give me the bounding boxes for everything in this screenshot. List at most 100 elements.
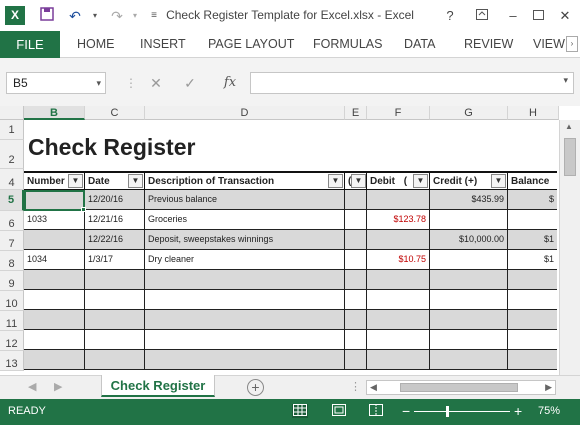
sheet-nav-next-icon[interactable]: ▶ xyxy=(54,380,62,393)
cell-balance[interactable]: $1 xyxy=(508,230,557,249)
column-header-g[interactable]: G xyxy=(430,106,508,120)
row-header-2[interactable]: 2 xyxy=(0,140,24,169)
tab-review[interactable]: REVIEW xyxy=(464,31,513,58)
table-row xyxy=(24,270,557,290)
confirm-entry-icon[interactable]: ✓ xyxy=(180,72,200,94)
minimize-icon[interactable]: – xyxy=(503,6,523,26)
tab-file[interactable]: FILE xyxy=(0,31,60,58)
row-header-7[interactable]: 7 xyxy=(0,231,24,251)
ribbon-tabs: FILE HOME INSERT PAGE LAYOUT FORMULAS DA… xyxy=(0,31,580,58)
name-box-dropdown-icon[interactable]: ▾ xyxy=(96,73,101,93)
row-header-10[interactable]: 10 xyxy=(0,291,24,311)
ribbon-display-icon[interactable] xyxy=(472,6,492,26)
undo-icon[interactable]: ↶ xyxy=(66,7,84,25)
zoom-slider[interactable] xyxy=(414,411,510,412)
filter-debit-dropdown-icon[interactable]: ▼ xyxy=(413,174,428,188)
name-box[interactable]: B5 ▾ xyxy=(6,72,106,94)
scroll-right-icon[interactable]: ▶ xyxy=(545,381,552,394)
tab-insert[interactable]: INSERT xyxy=(140,31,186,58)
tab-page-layout[interactable]: PAGE LAYOUT xyxy=(208,31,294,58)
column-header-d[interactable]: D xyxy=(145,106,345,120)
zoom-level[interactable]: 75% xyxy=(538,405,560,417)
column-header-h[interactable]: H xyxy=(508,106,559,120)
close-icon[interactable]: ✕ xyxy=(555,6,575,26)
cell-number[interactable]: 1034 xyxy=(24,250,84,269)
active-cell-outline[interactable] xyxy=(24,190,85,211)
ribbon-scroll-right-icon[interactable]: › xyxy=(566,36,578,52)
worksheet-grid[interactable]: B C D E F G H 1 2 4 5 6 7 8 9 10 11 12 1… xyxy=(0,106,580,375)
horizontal-scrollbar[interactable]: ◀ ▶ xyxy=(366,380,556,395)
row-header-5[interactable]: 5 xyxy=(0,190,24,211)
help-icon[interactable]: ? xyxy=(440,6,460,26)
cell-description[interactable]: Groceries xyxy=(145,210,344,229)
zoom-out-icon[interactable]: − xyxy=(402,403,410,419)
normal-view-icon[interactable] xyxy=(292,404,308,418)
cell-number[interactable]: 1033 xyxy=(24,210,84,229)
row-header-1[interactable]: 1 xyxy=(0,120,24,140)
sheet-tabs-bar: ◀ ▶ Check Register + ⋮ ◀ ▶ xyxy=(0,375,580,399)
insert-function-button[interactable]: fx xyxy=(216,72,244,94)
formula-bar: B5 ▾ ⋮ ✕ ✓ fx ▾ xyxy=(0,58,580,106)
cell-description[interactable]: Previous balance xyxy=(145,190,344,209)
zoom-slider-thumb[interactable] xyxy=(446,406,449,417)
cell-debit[interactable]: $123.78 xyxy=(367,210,429,229)
column-header-c[interactable]: C xyxy=(85,106,145,120)
row-header-12[interactable]: 12 xyxy=(0,331,24,351)
row-header-13[interactable]: 13 xyxy=(0,351,24,371)
scroll-up-icon[interactable]: ▲ xyxy=(565,122,573,131)
scroll-left-icon[interactable]: ◀ xyxy=(370,381,377,394)
cell-credit[interactable]: $435.99 xyxy=(430,190,507,209)
select-all-corner[interactable] xyxy=(0,106,24,120)
cell-debit[interactable]: $10.75 xyxy=(367,250,429,269)
horizontal-scroll-thumb[interactable] xyxy=(400,383,518,392)
table-header-row: Number ▼ Date ▼ Description of Transacti… xyxy=(24,171,557,190)
vertical-scroll-thumb[interactable] xyxy=(564,138,576,176)
tab-split-grip-icon[interactable]: ⋮ xyxy=(350,380,361,393)
cell-date[interactable]: 12/22/16 xyxy=(85,230,144,249)
cell-description[interactable]: Dry cleaner xyxy=(145,250,344,269)
filter-e-dropdown-icon[interactable]: ▼ xyxy=(351,174,366,188)
redo-icon[interactable]: ↷ xyxy=(108,7,126,25)
undo-dropdown-icon[interactable]: ▾ xyxy=(86,7,104,25)
header-description-label: Description of Transaction xyxy=(148,176,275,187)
filter-description-dropdown-icon[interactable]: ▼ xyxy=(328,174,343,188)
tab-data[interactable]: DATA xyxy=(404,31,435,58)
page-break-view-icon[interactable] xyxy=(368,404,384,418)
column-header-e[interactable]: E xyxy=(345,106,367,120)
row-header-11[interactable]: 11 xyxy=(0,311,24,331)
zoom-in-icon[interactable]: + xyxy=(514,403,522,419)
cancel-entry-icon[interactable]: ✕ xyxy=(146,72,166,94)
vertical-scrollbar[interactable]: ▲ xyxy=(559,120,580,375)
add-sheet-icon[interactable]: + xyxy=(247,379,264,396)
expand-formula-bar-icon[interactable]: ▾ xyxy=(563,75,568,86)
sheet-tab-check-register[interactable]: Check Register xyxy=(101,375,215,397)
fill-handle[interactable] xyxy=(81,207,86,212)
cell-credit[interactable]: $10,000.00 xyxy=(430,230,507,249)
cell-date[interactable]: 1/3/17 xyxy=(85,250,144,269)
row-header-8[interactable]: 8 xyxy=(0,251,24,271)
row-header-6[interactable]: 6 xyxy=(0,211,24,231)
filter-number-dropdown-icon[interactable]: ▼ xyxy=(68,174,83,188)
tab-view[interactable]: VIEW xyxy=(533,31,565,58)
header-description: Description of Transaction xyxy=(145,173,345,190)
filter-date-dropdown-icon[interactable]: ▼ xyxy=(128,174,143,188)
formula-input[interactable]: ▾ xyxy=(250,72,574,94)
row-header-4[interactable]: 4 xyxy=(0,169,24,190)
tab-home[interactable]: HOME xyxy=(77,31,115,58)
maximize-icon[interactable] xyxy=(528,6,548,26)
header-date-label: Date xyxy=(88,176,110,187)
cell-date[interactable]: 12/21/16 xyxy=(85,210,144,229)
cell-description[interactable]: Deposit, sweepstakes winnings xyxy=(145,230,344,249)
page-layout-view-icon[interactable] xyxy=(331,404,347,418)
save-icon[interactable] xyxy=(38,7,56,25)
column-header-b[interactable]: B xyxy=(24,106,85,120)
redo-dropdown-icon[interactable]: ▾ xyxy=(126,7,144,25)
filter-credit-dropdown-icon[interactable]: ▼ xyxy=(491,174,506,188)
row-header-9[interactable]: 9 xyxy=(0,271,24,291)
cell-balance[interactable]: $ xyxy=(508,190,557,209)
cell-date[interactable]: 12/20/16 xyxy=(85,190,144,209)
cell-balance[interactable]: $1 xyxy=(508,250,557,269)
column-header-f[interactable]: F xyxy=(367,106,430,120)
sheet-nav-prev-icon[interactable]: ◀ xyxy=(28,380,36,393)
tab-formulas[interactable]: FORMULAS xyxy=(313,31,382,58)
